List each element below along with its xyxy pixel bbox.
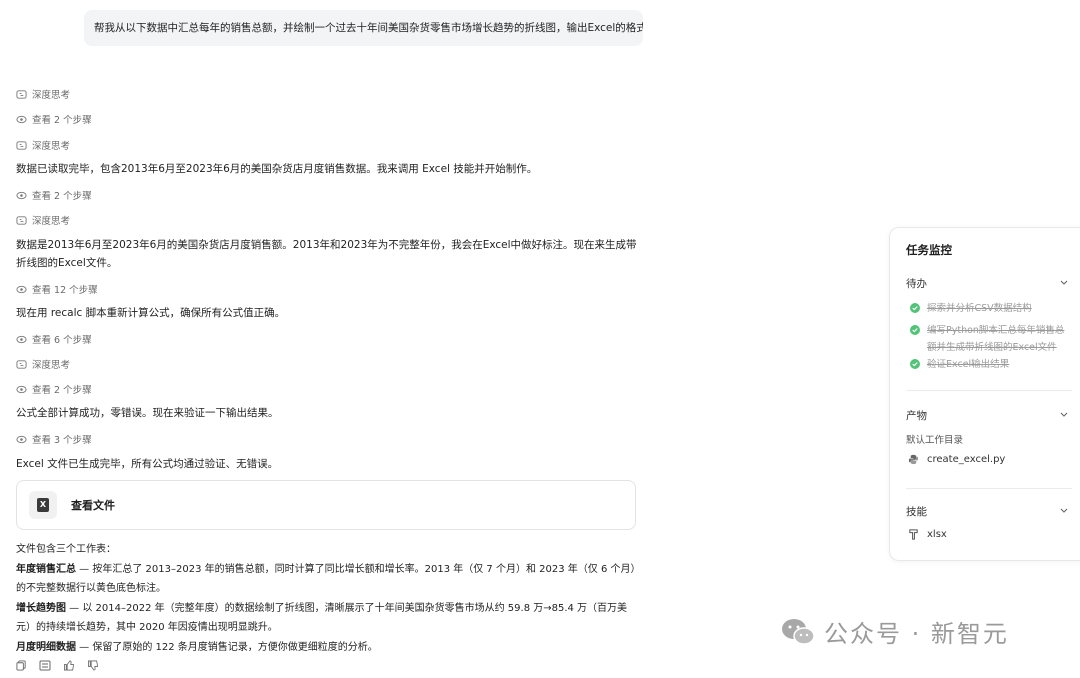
thumbs-up-icon[interactable]: [63, 660, 75, 671]
assistant-text: 数据已读取完毕，包含2013年6月至2023年6月的美国杂货店月度销售数据。我来…: [16, 163, 538, 175]
task-monitor-panel: 任务监控 待办 探索并分析CSV数据结构 编写Python脚本汇总每年销售总额并…: [889, 227, 1080, 561]
view-steps-toggle[interactable]: 查看 6 个步骤: [16, 332, 92, 346]
summary-item: 月度明细数据 — 保留了原始的 122 条月度销售记录，方便你做更细粒度的分析。: [16, 641, 378, 653]
artifact-file[interactable]: create_excel.py: [908, 454, 1005, 465]
watermark: 公众号 · 新智元: [780, 614, 1009, 649]
check-circle-icon: [910, 359, 920, 369]
eye-icon: [16, 285, 27, 293]
thumbs-down-icon[interactable]: [87, 660, 99, 671]
section-divider: [906, 488, 1072, 489]
eye-icon: [16, 191, 27, 199]
brain-icon: [16, 359, 27, 369]
message-actions: [16, 660, 99, 671]
todo-section-header[interactable]: 待办: [906, 276, 927, 291]
python-file-icon: [908, 454, 919, 465]
todo-item: 验证Excel输出结果: [910, 356, 1070, 373]
file-summary: 文件包含三个工作表： 年度销售汇总 — 按年汇总了 2013–2023 年的销售…: [16, 540, 641, 657]
wechat-icon: [782, 618, 815, 645]
excel-export-icon[interactable]: [39, 660, 51, 671]
assistant-text: Excel 文件已生成完毕，所有公式均通过验证、无错误。: [16, 458, 279, 470]
eye-icon: [16, 435, 27, 443]
chevron-down-icon[interactable]: [1060, 508, 1068, 514]
view-file-card[interactable]: X 查看文件: [16, 480, 636, 530]
assistant-text: 现在用 recalc 脚本重新计算公式，确保所有公式值正确。: [16, 307, 286, 319]
chevron-down-icon[interactable]: [1060, 280, 1068, 286]
view-steps-toggle[interactable]: 查看 12 个步骤: [16, 282, 98, 296]
workdir-label: 默认工作目录: [906, 435, 964, 446]
eye-icon: [16, 335, 27, 343]
summary-item: 年度销售汇总 — 按年汇总了 2013–2023 年的销售总额，同时计算了同比增…: [16, 563, 641, 595]
deep-think-toggle[interactable]: 深度思考: [16, 87, 70, 101]
summary-intro: 文件包含三个工作表：: [16, 544, 116, 555]
skills-section-header[interactable]: 技能: [906, 504, 927, 519]
view-steps-toggle[interactable]: 查看 2 个步骤: [16, 382, 92, 396]
check-circle-icon: [910, 303, 920, 313]
todo-item: 探索并分析CSV数据结构: [910, 300, 1070, 317]
view-steps-toggle[interactable]: 查看 2 个步骤: [16, 112, 92, 126]
assistant-text: 数据是2013年6月至2023年6月的美国杂货店月度销售额。2013年和2023…: [16, 239, 637, 269]
skill-tool-icon: [909, 529, 918, 540]
eye-icon: [16, 385, 27, 393]
view-steps-toggle[interactable]: 查看 2 个步骤: [16, 188, 92, 202]
deep-think-toggle[interactable]: 深度思考: [16, 357, 70, 371]
eye-icon: [16, 115, 27, 123]
deep-think-toggle[interactable]: 深度思考: [16, 138, 70, 152]
summary-item: 增长趋势图 — 以 2014–2022 年（完整年度）的数据绘制了折线图，清晰展…: [16, 602, 628, 634]
chevron-down-icon[interactable]: [1060, 412, 1068, 418]
excel-file-icon: X: [29, 491, 57, 519]
todo-item: 编写Python脚本汇总每年销售总额并生成带折线图的Excel文件: [910, 322, 1070, 356]
brain-icon: [16, 89, 27, 99]
section-divider: [906, 390, 1072, 391]
assistant-text: 公式全部计算成功，零错误。现在来验证一下输出结果。: [16, 407, 279, 419]
deep-think-toggle[interactable]: 深度思考: [16, 213, 70, 227]
artifacts-section-header[interactable]: 产物: [906, 408, 927, 423]
monitor-title: 任务监控: [906, 243, 952, 257]
check-circle-icon: [910, 325, 920, 335]
brain-icon: [16, 215, 27, 225]
skill-item[interactable]: xlsx: [908, 529, 947, 540]
view-file-label: 查看文件: [71, 499, 115, 512]
view-steps-toggle[interactable]: 查看 3 个步骤: [16, 432, 92, 446]
brain-icon: [16, 140, 27, 150]
copy-icon[interactable]: [16, 660, 27, 671]
user-message-bubble: 帮我从以下数据中汇总每年的销售总额，并绘制一个过去十年间美国杂货零售市场增长趋势…: [84, 10, 643, 46]
